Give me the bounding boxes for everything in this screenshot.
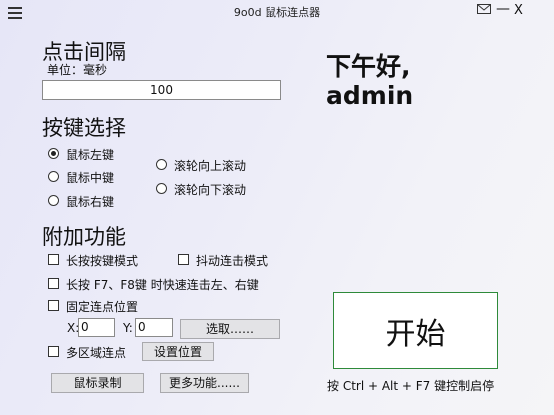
y-input[interactable]: 0 xyxy=(135,318,173,337)
radio-scroll-down-label: 滚轮向下滚动 xyxy=(174,183,247,197)
radio-right-label: 鼠标右键 xyxy=(66,195,115,209)
start-button[interactable]: 开始 xyxy=(333,292,498,369)
interval-unit: 单位：毫秒 xyxy=(47,63,108,77)
multi-area-label: 多区域连点 xyxy=(66,346,127,360)
radio-left-button[interactable] xyxy=(48,148,59,159)
radio-middle-label: 鼠标中键 xyxy=(66,171,115,185)
pick-position-button[interactable]: 选取…… xyxy=(180,319,280,339)
set-position-button[interactable]: 设置位置 xyxy=(142,342,214,361)
close-icon[interactable]: X xyxy=(514,3,523,18)
jitter-label: 抖动连击模式 xyxy=(196,254,269,268)
more-features-button[interactable]: 更多功能...... xyxy=(160,373,249,393)
hotkey-hint: 按 Ctrl + Alt + F7 键控制启停 xyxy=(327,379,495,393)
window-title: 9o0d 鼠标连点器 xyxy=(233,6,321,19)
keys-heading: 按键选择 xyxy=(42,116,126,140)
f7f8-label: 长按 F7、F8键 时快速连击左、右键 xyxy=(66,278,259,292)
x-input[interactable]: 0 xyxy=(78,318,115,337)
fixed-position-checkbox[interactable] xyxy=(48,300,59,311)
long-press-checkbox[interactable] xyxy=(48,254,59,265)
radio-left-label: 鼠标左键 xyxy=(66,148,115,162)
interval-input[interactable]: 100 xyxy=(42,80,281,100)
radio-scroll-down[interactable] xyxy=(156,183,167,194)
y-label: Y: xyxy=(123,321,133,335)
mouse-record-button[interactable]: 鼠标录制 xyxy=(51,373,144,393)
f7f8-checkbox[interactable] xyxy=(48,278,59,289)
radio-scroll-up-label: 滚轮向上滚动 xyxy=(174,159,247,173)
radio-middle-button[interactable] xyxy=(48,171,59,182)
long-press-label: 长按按键模式 xyxy=(66,254,139,268)
multi-area-checkbox[interactable] xyxy=(48,346,59,357)
minimize-icon[interactable]: — xyxy=(496,1,510,17)
mail-icon[interactable] xyxy=(477,4,491,14)
radio-right-button[interactable] xyxy=(48,195,59,206)
extras-heading: 附加功能 xyxy=(42,225,126,249)
greeting-line1: 下午好, xyxy=(326,52,411,81)
greeting-user: admin xyxy=(326,81,414,110)
radio-scroll-up[interactable] xyxy=(156,159,167,170)
jitter-checkbox[interactable] xyxy=(178,254,189,265)
fixed-position-label: 固定连点位置 xyxy=(66,300,139,314)
